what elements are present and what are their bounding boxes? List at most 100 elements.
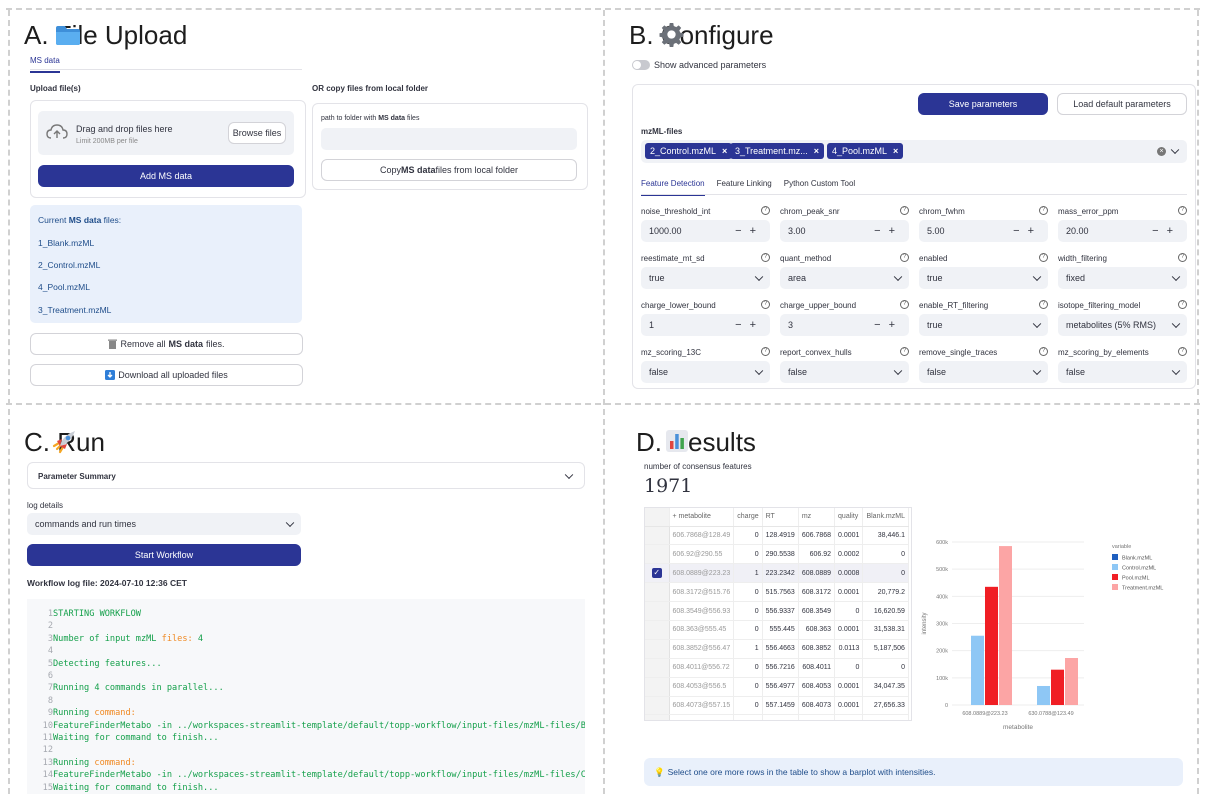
legend-entry: Blank.mzML <box>1122 556 1152 562</box>
table-row[interactable]: 608.3549@556.93 0 556.9337 608.3549 0 16,620.… <box>645 601 909 621</box>
bar <box>985 586 998 705</box>
table-cell: 608.3549 <box>798 601 836 621</box>
x-axis-label: metabolite <box>1003 724 1033 731</box>
table-cell: 0 <box>733 658 763 678</box>
legend-swatch <box>1112 574 1118 580</box>
row-select-cell[interactable] <box>645 639 670 659</box>
column-header[interactable]: + metabolite <box>669 508 735 527</box>
table-cell: 608.4073@557.15 <box>669 696 735 716</box>
table-cell: 0 <box>834 601 864 621</box>
table-row[interactable]: 608.3852@556.47 1 556.4663 608.3852 0.0113 5,… <box>645 639 909 659</box>
table-cell: 0.0001 <box>834 677 864 697</box>
row-select-cell[interactable] <box>645 658 670 678</box>
table-cell: 608.4073 <box>798 696 836 716</box>
panel-d-title: D. Results <box>636 427 756 458</box>
table-cell: 0.0113 <box>834 639 864 659</box>
table-cell: 0.0001 <box>834 620 864 640</box>
table-cell: 0 <box>862 563 909 584</box>
y-axis-label: intensity <box>922 612 928 634</box>
row-select-cell[interactable] <box>645 582 670 603</box>
checkbox-checked-icon[interactable]: ✓ <box>651 568 662 579</box>
table-cell: 0 <box>733 582 763 603</box>
table-cell: 0 <box>733 696 763 716</box>
row-select-cell[interactable] <box>645 677 670 697</box>
y-tick-label: 500k <box>936 567 948 573</box>
bar <box>999 546 1012 705</box>
table-cell: 557.1459 <box>762 696 799 716</box>
column-header[interactable]: Blank.mzML <box>862 508 909 527</box>
table-cell: 38,446.1 <box>862 526 909 546</box>
table-row[interactable]: 608.4144@555.510555.5073608.414400 <box>645 714 909 720</box>
lightbulb-icon: 💡 <box>654 766 665 777</box>
y-tick-label: 400k <box>936 594 948 600</box>
table-cell: 608.4011 <box>798 658 836 678</box>
table-cell: 515.7563 <box>762 582 799 603</box>
column-header[interactable]: quality <box>834 508 864 527</box>
table-cell: 556.4977 <box>762 677 799 697</box>
column-header[interactable]: RT <box>762 508 799 527</box>
table-row[interactable]: 608.4011@556.72 0 556.7216 608.4011 0 0 <box>645 658 909 678</box>
table-cell: 608.3852@556.47 <box>669 639 735 659</box>
bar <box>1037 685 1050 705</box>
table-cell: 0 <box>733 526 763 546</box>
panel-d-title-text: D. Results <box>636 427 756 457</box>
x-tick-label: 630.0788@123.49 <box>1028 711 1073 717</box>
x-tick-label: 608.0889@223.23 <box>962 711 1007 717</box>
y-tick-label: 0 <box>945 703 948 709</box>
table-row[interactable]: 606.7868@128.49 0 128.4919 606.7868 0.0001 38… <box>645 526 909 546</box>
select-column-header <box>645 508 670 527</box>
legend-swatch <box>1112 564 1118 570</box>
table-cell: 555.5073 <box>762 714 799 720</box>
table-cell: 0 <box>733 714 763 720</box>
table-cell: 0.0002 <box>834 544 864 565</box>
column-header-label: mz <box>801 513 812 521</box>
y-tick-label: 100k <box>936 676 948 682</box>
table-cell: 0.0008 <box>834 563 864 584</box>
column-header[interactable]: charge <box>733 508 763 527</box>
table-cell: 0 <box>733 620 763 640</box>
table-cell: 606.92 <box>798 544 836 565</box>
table-row[interactable]: ✓ 608.0889@223.23 1 223.2342 608.0889 0.0008 0 <box>645 563 909 584</box>
column-header[interactable]: mz <box>798 508 836 527</box>
table-cell: 608.3172 <box>798 582 836 603</box>
legend-entry: Control.mzML <box>1122 566 1156 572</box>
legend-swatch <box>1112 554 1118 560</box>
intensity-bar-chart: 0 100k 200k 300k 400k 500k 600k intensity 608.08… <box>922 540 1163 731</box>
info-hint-text: Select one ore more rows in the table to… <box>667 767 936 777</box>
table-row[interactable]: 608.3172@515.76 0 515.7563 608.3172 0.0001 20… <box>645 582 909 603</box>
row-select-cell[interactable] <box>645 696 670 716</box>
row-select-cell[interactable] <box>645 601 670 621</box>
column-header-label: RT <box>765 513 775 521</box>
y-tick-label: 200k <box>936 649 948 655</box>
table-cell: 20,779.2 <box>862 582 909 603</box>
table-cell: 16,620.59 <box>862 601 909 621</box>
panel-results: D. Results number of consensus features … <box>0 0 1206 796</box>
table-cell: 556.4663 <box>762 639 799 659</box>
table-cell: 0.0001 <box>834 696 864 716</box>
row-select-cell[interactable] <box>645 544 670 565</box>
consensus-count-label: number of consensus features <box>644 462 752 471</box>
table-cell: 0 <box>733 544 763 565</box>
column-header-label: metabolite <box>678 513 711 521</box>
table-cell: 223.2342 <box>762 563 799 584</box>
row-select-cell[interactable] <box>645 526 670 546</box>
table-row[interactable]: 606.92@290.55 0 290.5538 606.92 0.0002 0 <box>645 544 909 565</box>
column-header-label: Blank.mzML <box>866 513 905 521</box>
table-row[interactable]: 608.4053@556.5 0 556.4977 608.4053 0.0001 34,… <box>645 677 909 697</box>
table-row[interactable]: 608.4073@557.15 0 557.1459 608.4073 0.0001 27… <box>645 696 909 716</box>
info-hint: 💡 Select one ore more rows in the table … <box>644 758 1183 786</box>
bar <box>971 635 984 705</box>
results-table-frame: + metabolite charge RT mz quality Blank.mzML 6… <box>644 507 912 721</box>
table-cell: 0 <box>862 544 909 565</box>
table-cell: 0 <box>862 714 909 720</box>
table-cell: 608.3852 <box>798 639 836 659</box>
table-cell: 0.0001 <box>834 582 864 603</box>
column-header-label: quality <box>838 513 859 521</box>
table-row[interactable]: 608.363@555.45 0 555.445 608.363 0.0001 31,53… <box>645 620 909 640</box>
table-cell: 608.4053 <box>798 677 836 697</box>
results-table: + metabolite charge RT mz quality Blank.mzML 6… <box>645 508 909 720</box>
row-select-cell[interactable]: ✓ <box>645 563 670 584</box>
row-select-cell[interactable] <box>645 620 670 640</box>
bar <box>1051 669 1064 705</box>
row-select-cell[interactable] <box>645 714 670 720</box>
